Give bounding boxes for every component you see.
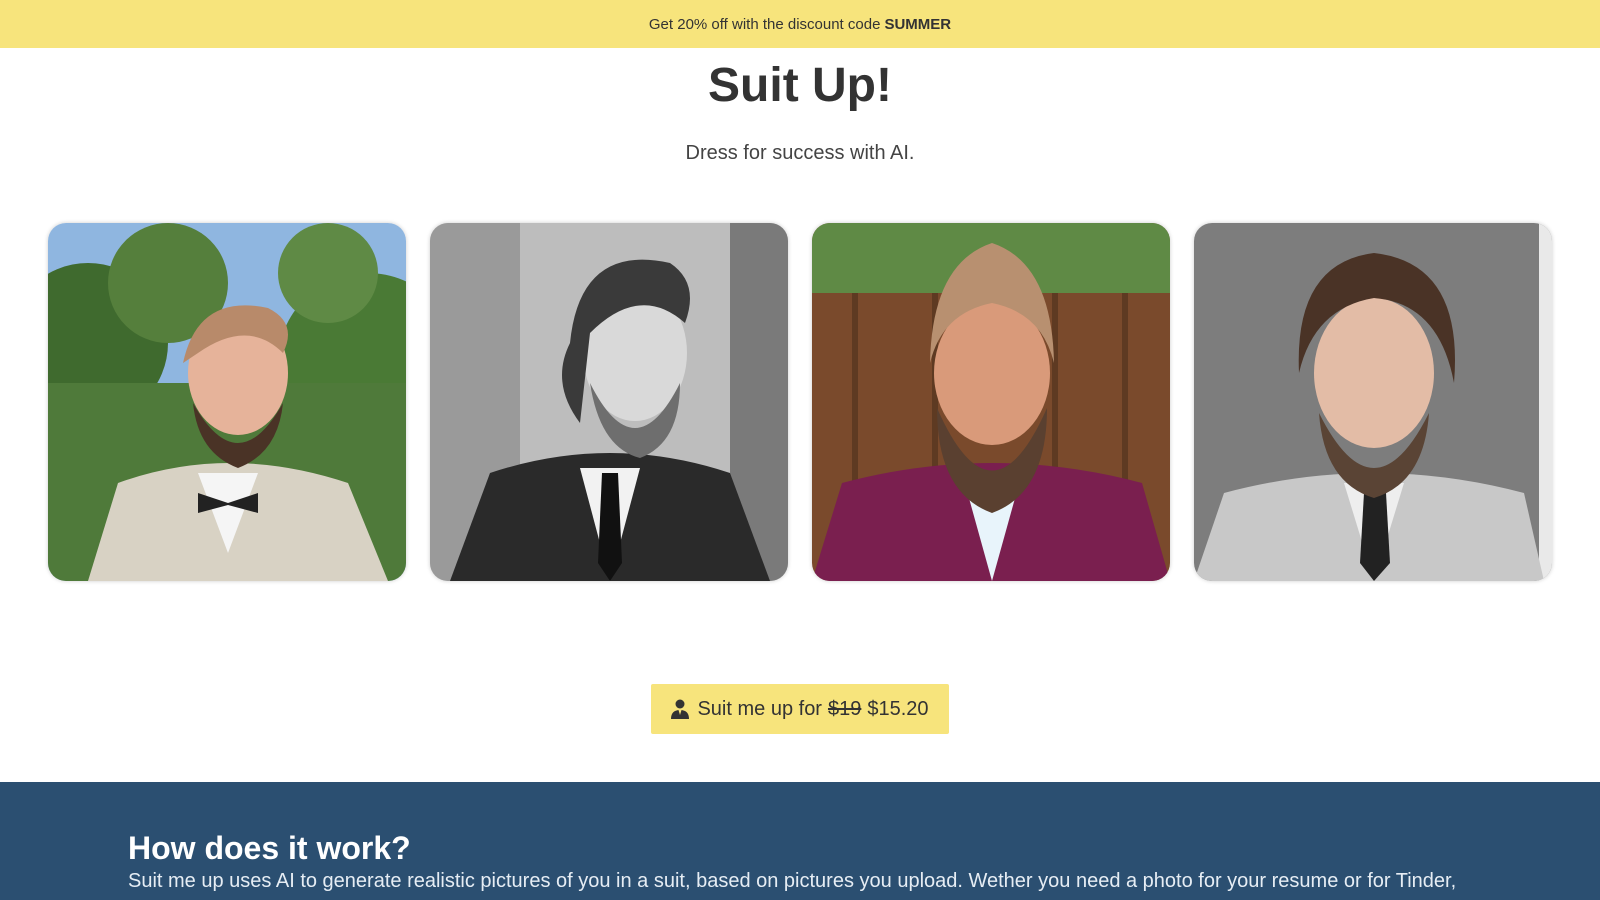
gallery-photo-4 [1194, 223, 1552, 581]
cta-label: Suit me up for [697, 697, 822, 720]
how-it-works-title: How does it work? [128, 830, 411, 866]
old-price: $19 [827, 697, 862, 720]
man-in-grey-suit-photo [1194, 223, 1552, 581]
page-title: Suit Up! [708, 59, 892, 112]
man-in-purple-suit-photo [812, 223, 1170, 581]
gallery-photo-3 [812, 223, 1170, 581]
promo-banner: Get 20% off with the discount code SUMME… [0, 0, 1600, 48]
page-subtitle: Dress for success with AI. [685, 142, 915, 164]
person-suit-icon [671, 699, 690, 719]
suit-me-up-button[interactable]: Suit me up for $19 $15.20 [651, 684, 949, 734]
gallery-photo-2 [430, 223, 788, 581]
photo-gallery [48, 223, 1552, 581]
gallery-photo-1 [48, 223, 406, 581]
how-it-works-text: Suit me up uses AI to generate realistic… [128, 870, 1457, 892]
new-price: $15.20 [867, 697, 929, 720]
promo-code: SUMMER [884, 15, 952, 33]
how-it-works-section: How does it work? Suit me up uses AI to … [0, 782, 1600, 900]
man-in-beige-suit-photo [48, 223, 406, 581]
promo-text: Get 20% off with the discount code [648, 15, 881, 33]
man-in-dark-suit-bw-photo [430, 223, 788, 581]
